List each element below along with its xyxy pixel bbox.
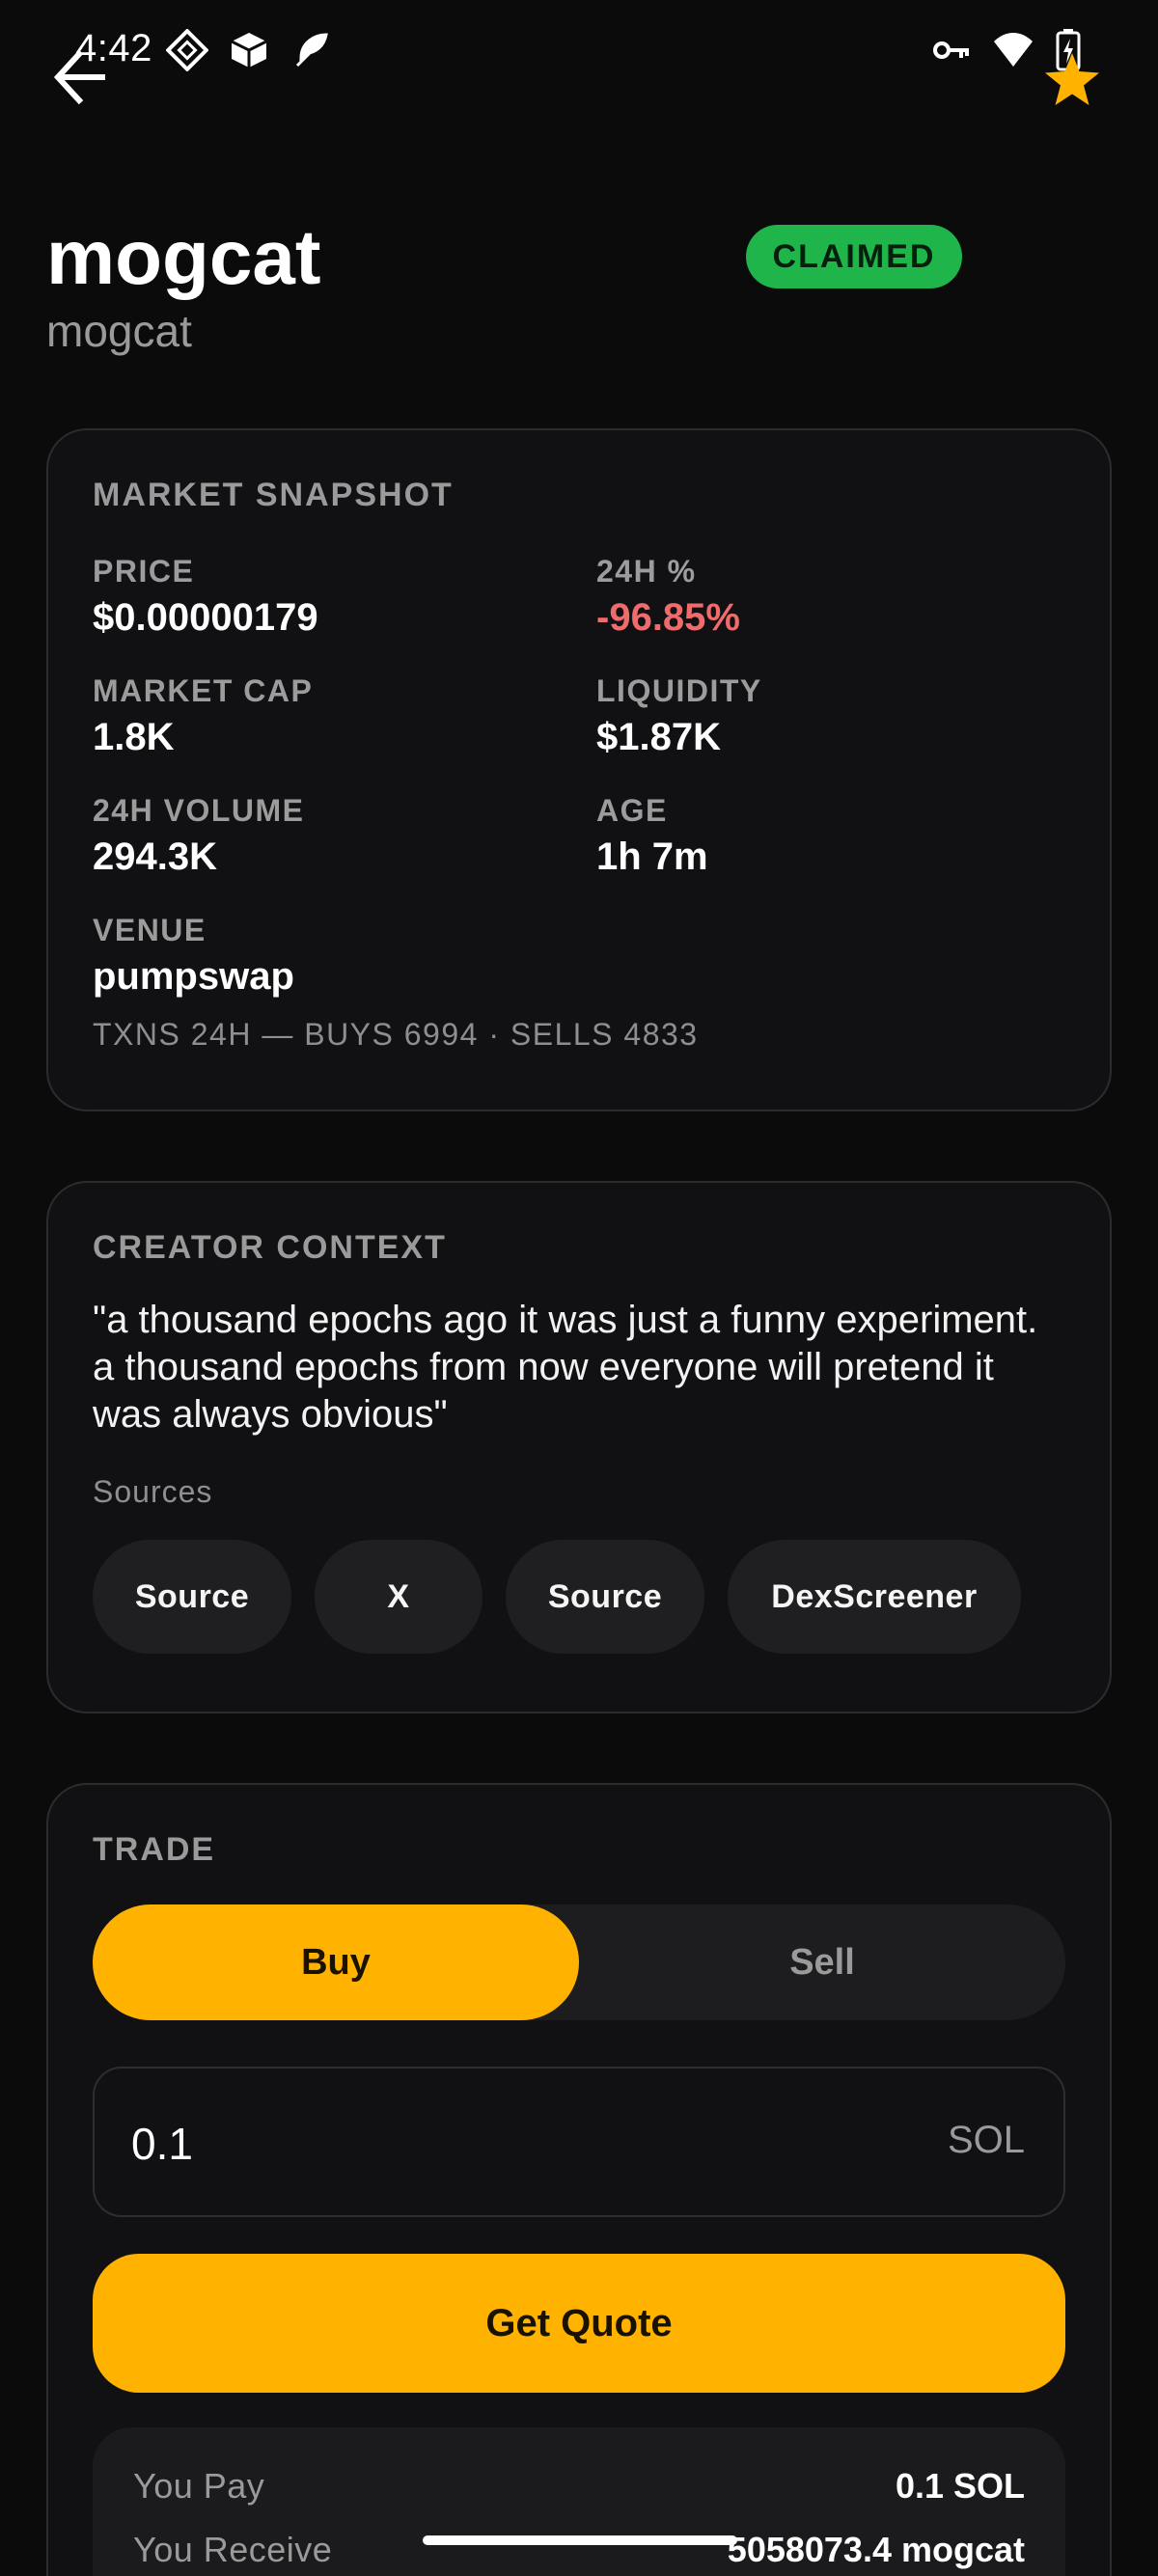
market-cap-label: MARKET CAP — [93, 673, 314, 708]
volume-24h-value: 294.3K — [93, 836, 217, 878]
liquidity-value: $1.87K — [596, 716, 721, 758]
amount-unit: SOL — [947, 2119, 1025, 2161]
price-label: PRICE — [93, 554, 195, 589]
market-snapshot-card: MARKET SNAPSHOT PRICE $0.00000179 24H % … — [46, 428, 1112, 1111]
creator-context-card: CREATOR CONTEXT "a thousand epochs ago i… — [46, 1181, 1112, 1713]
change-24h-label: 24H % — [596, 554, 697, 589]
price-value: $0.00000179 — [93, 596, 318, 639]
vpn-key-icon — [933, 41, 969, 59]
cube-icon — [231, 33, 267, 68]
source-chip[interactable]: Source — [506, 1540, 704, 1654]
amount-input[interactable] — [131, 2105, 807, 2182]
get-quote-button[interactable]: Get Quote — [93, 2254, 1065, 2393]
source-chip[interactable]: Source — [93, 1540, 291, 1654]
market-snapshot-title: MARKET SNAPSHOT — [93, 477, 454, 513]
back-arrow-icon[interactable] — [50, 41, 108, 110]
sources-label: Sources — [93, 1474, 213, 1509]
buy-sell-toggle: Buy Sell — [93, 1905, 1065, 2020]
trade-card: TRADE Buy Sell SOL Get Quote You Pay 0.1… — [46, 1783, 1112, 2576]
you-pay-value: 0.1 SOL — [895, 2466, 1025, 2506]
change-24h-value: -96.85% — [596, 596, 740, 639]
you-receive-label: You Receive — [133, 2530, 333, 2569]
amount-field: SOL — [93, 2067, 1065, 2217]
trade-title: TRADE — [93, 1831, 216, 1868]
venue-value: pumpswap — [93, 955, 294, 998]
claimed-badge: CLAIMED — [746, 225, 962, 288]
market-cap-value: 1.8K — [93, 716, 175, 758]
wifi-icon — [994, 33, 1033, 67]
buy-tab[interactable]: Buy — [93, 1905, 579, 2020]
source-chip-x[interactable]: X — [315, 1540, 482, 1654]
feather-icon — [295, 33, 328, 68]
venue-label: VENUE — [93, 913, 207, 947]
creator-context-title: CREATOR CONTEXT — [93, 1229, 447, 1266]
you-pay-label: You Pay — [133, 2466, 265, 2506]
age-value: 1h 7m — [596, 836, 708, 878]
status-notification-icons — [166, 29, 332, 71]
creator-quote: "a thousand epochs ago it was just a fun… — [93, 1299, 1038, 1436]
liquidity-label: LIQUIDITY — [596, 673, 762, 708]
age-label: AGE — [596, 793, 668, 828]
diamond-grid-icon — [166, 29, 208, 71]
token-subtitle: mogcat — [46, 306, 192, 356]
volume-24h-label: 24H VOLUME — [93, 793, 305, 828]
sell-tab[interactable]: Sell — [579, 1905, 1065, 2020]
favorite-star-icon[interactable] — [1042, 50, 1102, 110]
home-indicator[interactable] — [423, 2535, 737, 2545]
you-receive-value: 5058073.4 mogcat — [727, 2530, 1025, 2569]
quote-summary: You Pay 0.1 SOL You Receive 5058073.4 mo… — [93, 2427, 1065, 2576]
txns-summary: TXNS 24H — BUYS 6994 · SELLS 4833 — [93, 1017, 699, 1052]
source-chip-dexscreener[interactable]: DexScreener — [728, 1540, 1021, 1654]
token-title: mogcat — [46, 214, 321, 300]
sources-list: Source X Source DexScreener — [93, 1540, 1021, 1654]
